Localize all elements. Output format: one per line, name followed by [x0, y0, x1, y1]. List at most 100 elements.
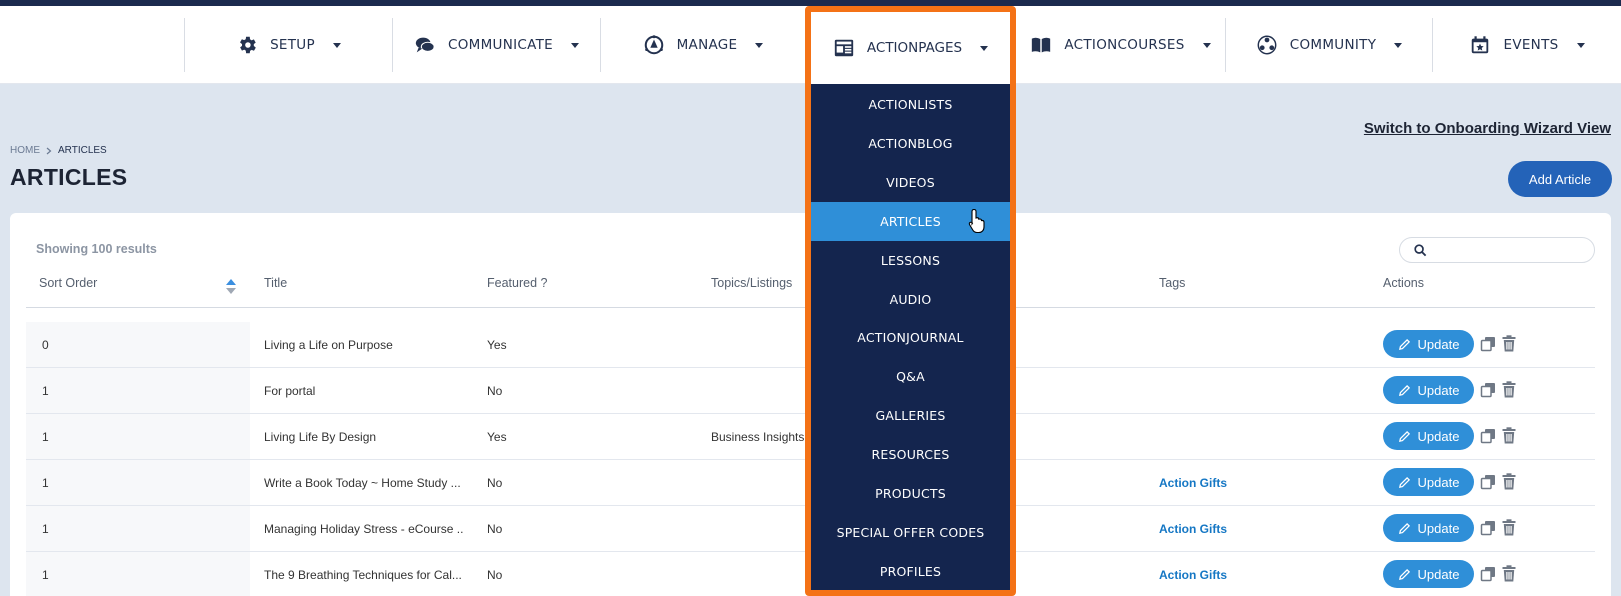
pencil-icon: [1398, 522, 1410, 534]
article-title[interactable]: Write a Book Today ~ Home Study ...: [264, 460, 464, 505]
sort-order-cell: [26, 552, 250, 596]
update-label: Update: [1417, 336, 1460, 352]
sort-order-value: 1: [42, 383, 49, 398]
article-title[interactable]: The 9 Breathing Techniques for Cal...: [264, 552, 464, 596]
sort-order-cell: [26, 414, 250, 459]
update-label: Update: [1417, 428, 1460, 444]
article-title[interactable]: Managing Holiday Stress - eCourse ...: [264, 506, 464, 551]
sort-order-value: 1: [42, 429, 49, 444]
sort-icon[interactable]: [226, 279, 236, 297]
nav-label: SETUP: [270, 37, 315, 53]
sort-order-cell: [26, 506, 250, 551]
featured-value: No: [487, 383, 503, 398]
manage-icon: [643, 34, 665, 56]
nav-community[interactable]: COMMUNITY: [1226, 18, 1432, 72]
breadcrumb: HOME ARTICLES: [10, 145, 107, 156]
featured-value: No: [487, 521, 503, 536]
nav-communicate[interactable]: COMMUNICATE: [393, 18, 600, 72]
hand-cursor-icon: [968, 208, 985, 234]
search-input[interactable]: [1399, 237, 1595, 263]
nav-label: MANAGE: [676, 37, 738, 53]
trash-icon[interactable]: [1502, 519, 1516, 536]
calendar-star-icon: [1469, 34, 1491, 56]
nav-label: ACTIONCOURSES: [1064, 37, 1185, 53]
trash-icon[interactable]: [1502, 427, 1516, 444]
trash-icon[interactable]: [1502, 381, 1516, 398]
chevron-down-icon: [755, 42, 764, 48]
header-title[interactable]: Title: [264, 276, 287, 306]
community-icon: [1256, 34, 1278, 56]
nav-label: COMMUNITY: [1289, 37, 1377, 53]
sort-order-value: 0: [42, 337, 49, 352]
gear-icon: [236, 34, 258, 56]
sort-order-cell: [26, 460, 250, 505]
header-actions: Actions: [1383, 276, 1424, 290]
breadcrumb-current: ARTICLES: [58, 145, 107, 156]
sort-order-cell: [26, 322, 250, 367]
copy-icon[interactable]: [1480, 520, 1496, 536]
switch-onboarding-link[interactable]: Switch to Onboarding Wizard View: [1364, 120, 1611, 137]
chevron-down-icon: [1394, 42, 1403, 48]
tag-link[interactable]: Action Gifts: [1159, 460, 1227, 505]
header-topics[interactable]: Topics/Listings: [711, 276, 792, 306]
pencil-icon: [1398, 384, 1410, 396]
sort-order-value: 1: [42, 475, 49, 490]
add-article-button[interactable]: Add Article: [1508, 161, 1612, 197]
nav-actioncourses[interactable]: ACTIONCOURSES: [1016, 18, 1225, 72]
nav-manage[interactable]: MANAGE: [601, 18, 805, 72]
update-button[interactable]: Update: [1383, 330, 1474, 358]
update-label: Update: [1417, 474, 1460, 490]
results-count: Showing 100 results: [36, 242, 157, 256]
chevron-down-icon: [1202, 42, 1211, 48]
header-sort-order[interactable]: Sort Order: [39, 276, 97, 306]
featured-value: Yes: [487, 429, 507, 444]
nav-events[interactable]: EVENTS: [1433, 18, 1621, 72]
update-label: Update: [1417, 382, 1460, 398]
trash-icon[interactable]: [1502, 565, 1516, 582]
book-open-icon: [1030, 34, 1052, 56]
copy-icon[interactable]: [1480, 474, 1496, 490]
update-button[interactable]: Update: [1383, 422, 1474, 450]
tag-link[interactable]: Action Gifts: [1159, 506, 1227, 551]
update-label: Update: [1417, 520, 1460, 536]
featured-value: No: [487, 475, 503, 490]
tag-link[interactable]: Action Gifts: [1159, 552, 1227, 596]
chevron-right-icon: [46, 147, 52, 154]
sort-order-value: 1: [42, 567, 49, 582]
nav-label: EVENTS: [1503, 37, 1559, 53]
chevron-down-icon: [1576, 42, 1585, 48]
chevron-down-icon: [332, 42, 341, 48]
nav-setup[interactable]: SETUP: [185, 18, 392, 72]
copy-icon[interactable]: [1480, 566, 1496, 582]
sort-order-value: 1: [42, 521, 49, 536]
copy-icon[interactable]: [1480, 428, 1496, 444]
pencil-icon: [1398, 430, 1410, 442]
article-title[interactable]: Living Life By Design: [264, 414, 464, 459]
chevron-down-icon: [571, 42, 579, 48]
article-title[interactable]: For portal: [264, 368, 464, 413]
chat-bubbles-icon: [414, 34, 436, 56]
pencil-icon: [1398, 476, 1410, 488]
header-featured[interactable]: Featured ?: [487, 276, 547, 306]
update-button[interactable]: Update: [1383, 468, 1474, 496]
search-icon: [1414, 244, 1427, 257]
header-tags[interactable]: Tags: [1159, 276, 1185, 306]
nav-label: COMMUNICATE: [448, 37, 553, 53]
featured-value: Yes: [487, 337, 507, 352]
pencil-icon: [1398, 338, 1410, 350]
trash-icon[interactable]: [1502, 473, 1516, 490]
update-button[interactable]: Update: [1383, 560, 1474, 588]
update-button[interactable]: Update: [1383, 376, 1474, 404]
featured-value: No: [487, 567, 503, 582]
highlight-frame: [805, 6, 1016, 596]
pencil-icon: [1398, 568, 1410, 580]
page-title: ARTICLES: [10, 164, 128, 190]
copy-icon[interactable]: [1480, 382, 1496, 398]
copy-icon[interactable]: [1480, 336, 1496, 352]
update-label: Update: [1417, 566, 1460, 582]
breadcrumb-home[interactable]: HOME: [10, 145, 40, 156]
article-title[interactable]: Living a Life on Purpose: [264, 322, 464, 367]
sort-order-cell: [26, 368, 250, 413]
trash-icon[interactable]: [1502, 335, 1516, 352]
update-button[interactable]: Update: [1383, 514, 1474, 542]
